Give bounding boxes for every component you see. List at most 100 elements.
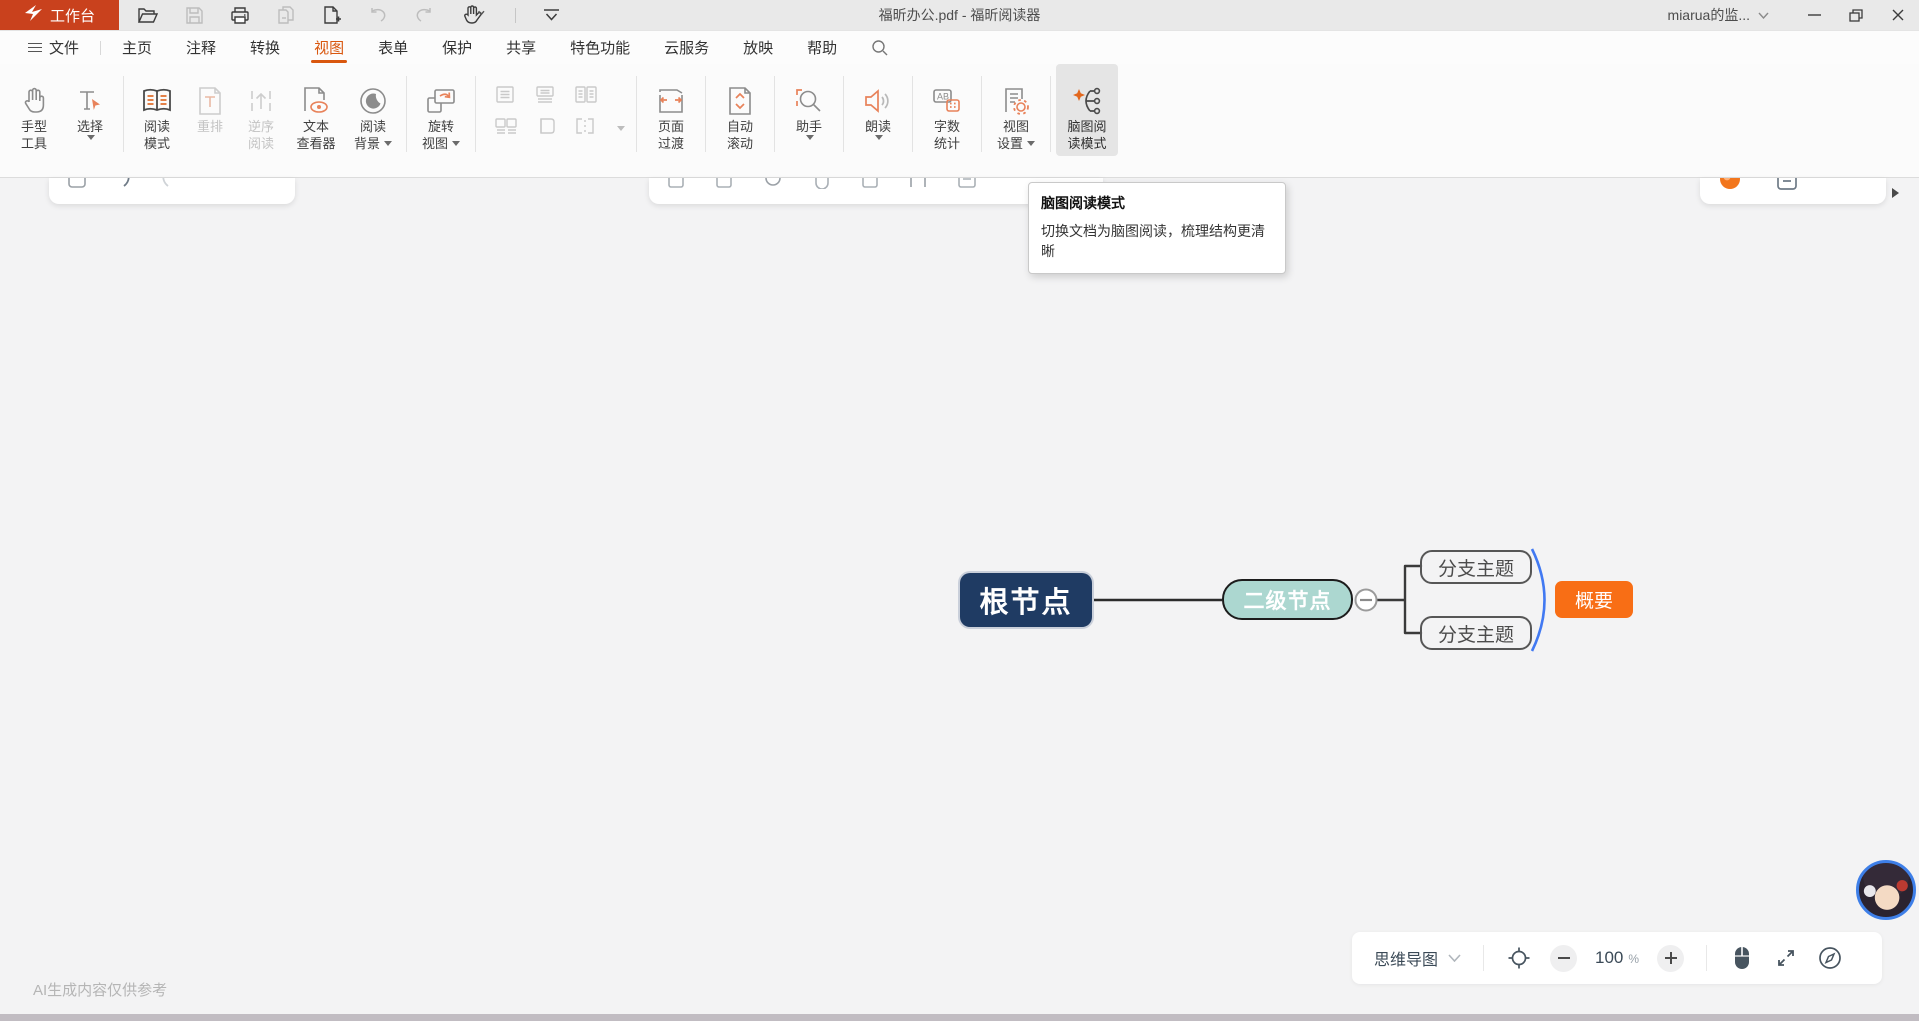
- menu-protect[interactable]: 保护: [438, 31, 476, 65]
- undo-icon[interactable]: [367, 4, 389, 26]
- tool-text-viewer[interactable]: 文本 查看器: [287, 64, 345, 152]
- collapse-toolbar-icon[interactable]: [540, 4, 562, 26]
- menu-view[interactable]: 视图: [310, 31, 348, 65]
- facing-continuous-icon[interactable]: [495, 118, 517, 139]
- chevron-down-icon: [1448, 954, 1461, 962]
- tool-read-background[interactable]: 阅读 背景: [345, 64, 401, 152]
- view-mode-label: 思维导图: [1374, 946, 1438, 970]
- tool-reflow[interactable]: 重排: [185, 64, 235, 135]
- new-doc-icon[interactable]: [321, 4, 343, 26]
- menu-help[interactable]: 帮助: [803, 31, 841, 65]
- read-mode-icon: [142, 84, 172, 118]
- floating-toolbar-right[interactable]: [1700, 178, 1886, 204]
- floating-toolbar-left[interactable]: [49, 178, 295, 204]
- workspace-label: 工作台: [50, 5, 95, 26]
- menu-comment[interactable]: 注释: [182, 31, 220, 65]
- compass-icon[interactable]: [1817, 945, 1843, 971]
- tool-assistant[interactable]: 助手: [780, 64, 838, 140]
- mindmap-mode-tooltip: 脑图阅读模式 切换文档为脑图阅读，梳理结构更清晰: [1028, 182, 1286, 274]
- copy-icon[interactable]: [275, 4, 297, 26]
- close-button[interactable]: [1877, 0, 1919, 30]
- hand-pointer-icon[interactable]: [459, 4, 491, 26]
- foxit-logo-icon: [24, 5, 43, 25]
- workspace-button[interactable]: 工作台: [0, 0, 119, 30]
- zoom-in-button[interactable]: [1657, 945, 1684, 972]
- mindmap-mode-icon: [1071, 84, 1103, 118]
- zoom-out-button[interactable]: [1550, 945, 1577, 972]
- tool-view-settings[interactable]: 视图 设置: [987, 64, 1045, 152]
- mindmap-branch-node-bottom[interactable]: 分支主题: [1420, 616, 1532, 650]
- chevron-down-icon[interactable]: [617, 126, 625, 131]
- ribbon-separator: [912, 76, 913, 152]
- menu-share[interactable]: 共享: [502, 31, 540, 65]
- foxit-reader-window: 工作台: [0, 0, 1919, 1021]
- assistant-avatar[interactable]: [1856, 860, 1916, 920]
- auto-scroll-icon: [728, 84, 752, 118]
- chevron-down-icon: [87, 135, 95, 140]
- open-file-icon[interactable]: [137, 4, 159, 26]
- search-icon[interactable]: [867, 31, 892, 65]
- status-separator: [1483, 945, 1484, 971]
- tool-read-mode[interactable]: 阅读 模式: [129, 64, 185, 152]
- minimize-button[interactable]: [1793, 0, 1835, 30]
- ribbon-expand-arrow-icon[interactable]: [1892, 188, 1899, 198]
- clipped-ai-orb-icon: [1718, 178, 1742, 196]
- ribbon-toolbar: 手型 工具 选择 阅读 模式 重排: [0, 64, 1919, 178]
- reflow-icon: [198, 84, 222, 118]
- mindmap-secondary-node[interactable]: 二级节点: [1222, 579, 1353, 620]
- menu-file-label: 文件: [49, 37, 79, 58]
- tool-rotate-view[interactable]: 旋转 视图: [412, 64, 470, 152]
- tool-read-aloud[interactable]: 朗读: [849, 64, 907, 140]
- redo-icon[interactable]: [413, 4, 435, 26]
- locate-icon[interactable]: [1506, 945, 1532, 971]
- hamburger-icon: [28, 40, 42, 55]
- menu-convert[interactable]: 转换: [246, 31, 284, 65]
- chevron-down-icon: [384, 141, 392, 146]
- zoom-value: 100: [1595, 948, 1623, 968]
- single-page-icon[interactable]: [495, 86, 515, 108]
- tool-reverse-read[interactable]: 逆序 阅读: [235, 64, 287, 152]
- tool-auto-scroll[interactable]: 自动 滚动: [711, 64, 769, 152]
- zoom-out-icon: [1558, 957, 1570, 959]
- facing-icon[interactable]: [575, 86, 597, 108]
- menu-file[interactable]: 文件: [24, 31, 83, 65]
- hand-tool-icon: [21, 84, 47, 118]
- menu-home[interactable]: 主页: [118, 31, 156, 65]
- view-mode-dropdown[interactable]: 思维导图: [1374, 946, 1461, 970]
- menu-cloud[interactable]: 云服务: [660, 31, 713, 65]
- tool-select[interactable]: 选择: [62, 64, 118, 140]
- select-text-icon: [76, 84, 104, 118]
- mindmap-branch-node-top[interactable]: 分支主题: [1420, 550, 1532, 584]
- chevron-down-icon: [806, 135, 814, 140]
- clipped-redo-icon: [159, 178, 179, 194]
- tool-page-transition[interactable]: 页面 过渡: [642, 64, 700, 152]
- print-icon[interactable]: [229, 4, 251, 26]
- ribbon-separator: [1050, 76, 1051, 152]
- titlebar-right: miarua的监...: [1668, 0, 1919, 30]
- save-icon[interactable]: [183, 4, 205, 26]
- account-menu[interactable]: miarua的监...: [1668, 5, 1769, 25]
- menu-features[interactable]: 特色功能: [566, 31, 634, 65]
- view-status-toolbar: 思维导图 100 %: [1352, 932, 1882, 984]
- menu-form[interactable]: 表单: [374, 31, 412, 65]
- tool-mindmap-mode[interactable]: 脑图阅 读模式: [1056, 64, 1118, 156]
- menu-slideshow[interactable]: 放映: [739, 31, 777, 65]
- split-view-icon[interactable]: [575, 118, 595, 139]
- fullscreen-icon[interactable]: [1773, 945, 1799, 971]
- clipped-icon: [715, 178, 733, 194]
- cover-page-icon[interactable]: [537, 118, 555, 139]
- continuous-icon[interactable]: [535, 86, 555, 108]
- mindmap-summary-node[interactable]: 概要: [1555, 581, 1633, 618]
- menubar: 文件 主页 注释 转换 视图 表单 保护 共享 特色功能 云服务 放映 帮助: [0, 30, 1919, 64]
- read-background-icon: [359, 84, 387, 118]
- chevron-down-icon: [1027, 141, 1035, 146]
- view-settings-icon: [1003, 84, 1029, 118]
- chevron-down-icon: [452, 141, 460, 146]
- tool-word-count[interactable]: AB 字数 统计: [918, 64, 976, 152]
- mouse-mode-icon[interactable]: [1729, 945, 1755, 971]
- restore-button[interactable]: [1835, 0, 1877, 30]
- titlebar-separator: [515, 8, 516, 23]
- quick-access-toolbar: [137, 4, 562, 26]
- mindmap-root-node[interactable]: 根节点: [960, 573, 1092, 627]
- tool-hand[interactable]: 手型 工具: [6, 64, 62, 152]
